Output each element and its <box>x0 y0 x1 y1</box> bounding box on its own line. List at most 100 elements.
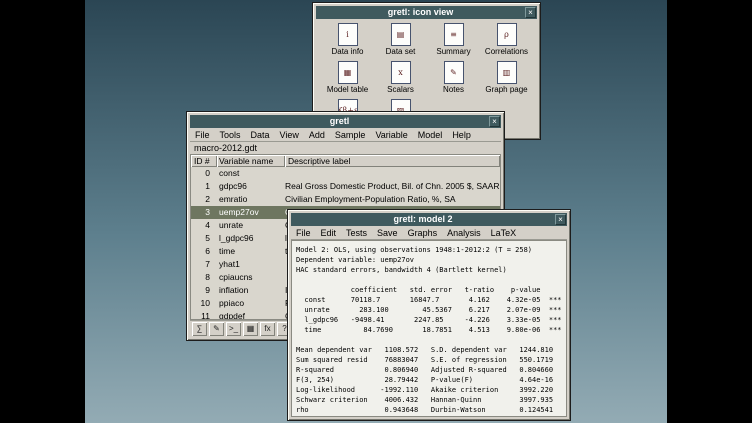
row-variable-name: yhat1 <box>217 258 285 271</box>
session-icon-label: Graph page <box>485 85 527 94</box>
model-output-line: unrate 283.100 45.5367 6.217 2.07e-09 **… <box>296 305 562 315</box>
session-icon-label: Data info <box>331 47 363 56</box>
row-variable-name: cpiaucns <box>217 271 285 284</box>
document-icon: ✎ <box>444 61 464 84</box>
main-titlebar[interactable]: gretl × <box>190 115 501 128</box>
session-icon-label: Summary <box>436 47 470 56</box>
table-header-row: ID # Variable name Descriptive label <box>191 155 500 167</box>
row-variable-name: gdpdef <box>217 310 285 320</box>
row-variable-name: emratio <box>217 193 285 206</box>
menu-item[interactable]: Tools <box>215 129 246 142</box>
data-set-icon[interactable]: ▤ Data set <box>374 23 427 61</box>
document-icon: ρ <box>497 23 517 46</box>
model-output-line: Dependent variable: uemp27ov <box>296 255 562 265</box>
close-icon[interactable]: × <box>525 7 536 18</box>
row-id: 3 <box>191 206 217 219</box>
model-output-line: Mean dependent var 1108.572 S.D. depende… <box>296 345 562 355</box>
document-icon: ▦ <box>338 61 358 84</box>
row-descriptive-label <box>285 167 500 180</box>
row-id: 4 <box>191 219 217 232</box>
menu-item[interactable]: Model <box>413 129 448 142</box>
model-output-line: HAC standard errors, bandwidth 4 (Bartle… <box>296 265 562 275</box>
row-variable-name: uemp27ov <box>217 206 285 219</box>
model-output-line <box>296 275 562 285</box>
row-id: 1 <box>191 180 217 193</box>
model-output: Model 2: OLS, using observations 1948:1-… <box>291 240 567 417</box>
menu-item[interactable]: Graphs <box>403 227 443 240</box>
graph-page-icon[interactable]: ▥ Graph page <box>480 61 533 99</box>
model-output-line: rho 0.943648 Durbin-Watson 0.124541 <box>296 405 562 415</box>
icon-view-title: gretl: icon view <box>316 6 525 19</box>
session-icon-label: Model table <box>327 85 368 94</box>
row-variable-name: unrate <box>217 219 285 232</box>
model-output-line <box>296 335 562 345</box>
column-header-name[interactable]: Variable name <box>217 155 285 167</box>
dataset-filename: macro-2012.gdt <box>190 142 501 154</box>
row-id: 11 <box>191 310 217 320</box>
row-id: 0 <box>191 167 217 180</box>
close-icon[interactable]: × <box>489 116 500 127</box>
scalars-icon[interactable]: x Scalars <box>374 61 427 99</box>
model-titlebar[interactable]: gretl: model 2 × <box>291 213 567 226</box>
session-icon-label: Notes <box>443 85 464 94</box>
row-id: 5 <box>191 232 217 245</box>
row-id: 10 <box>191 297 217 310</box>
row-id: 8 <box>191 271 217 284</box>
row-variable-name: l_gdpc96 <box>217 232 285 245</box>
document-icon: ≡ <box>444 23 464 46</box>
model-menubar: File Edit Tests Save Graphs Analysis LaT… <box>291 227 567 240</box>
table-row[interactable]: 0 const <box>191 167 500 180</box>
menu-item[interactable]: Help <box>447 129 476 142</box>
model-output-line: coefficient std. error t-ratio p-value <box>296 285 562 295</box>
menu-item[interactable]: Edit <box>316 227 342 240</box>
menu-item[interactable]: Tests <box>341 227 372 240</box>
menu-item[interactable]: Data <box>246 129 275 142</box>
table-row[interactable]: 1 gdpc96 Real Gross Domestic Product, Bi… <box>191 180 500 193</box>
main-menubar: File Tools Data View Add Sample Variable… <box>190 129 501 142</box>
table-row[interactable]: 2 emratio Civilian Employment-Population… <box>191 193 500 206</box>
console-icon[interactable]: >_ <box>226 322 241 336</box>
row-descriptive-label: Civilian Employment-Population Ratio, %,… <box>285 193 500 206</box>
row-variable-name: ppiaco <box>217 297 285 310</box>
menu-item[interactable]: Analysis <box>442 227 486 240</box>
column-header-label[interactable]: Descriptive label <box>285 155 500 167</box>
main-window-title: gretl <box>190 115 489 128</box>
new-script-icon[interactable]: ✎ <box>209 322 224 336</box>
row-id: 2 <box>191 193 217 206</box>
data-info-icon[interactable]: i Data info <box>321 23 374 61</box>
model-table-icon[interactable]: ▦ Model table <box>321 61 374 99</box>
model-output-line: const 70118.7 16847.7 4.162 4.32e-05 *** <box>296 295 562 305</box>
menu-item[interactable]: Sample <box>330 129 371 142</box>
menu-item[interactable]: Add <box>304 129 330 142</box>
close-icon[interactable]: × <box>555 214 566 225</box>
column-header-id[interactable]: ID # <box>191 155 217 167</box>
row-variable-name: time <box>217 245 285 258</box>
document-icon: ▥ <box>497 61 517 84</box>
icon-view-titlebar[interactable]: gretl: icon view × <box>316 6 537 19</box>
row-id: 6 <box>191 245 217 258</box>
summary-icon[interactable]: ≡ Summary <box>427 23 480 61</box>
row-id: 7 <box>191 258 217 271</box>
menu-item[interactable]: Save <box>372 227 403 240</box>
function-packages-icon[interactable]: fx <box>260 322 275 336</box>
row-variable-name: const <box>217 167 285 180</box>
document-icon: i <box>338 23 358 46</box>
menu-item[interactable]: LaTeX <box>486 227 522 240</box>
row-variable-name: gdpc96 <box>217 180 285 193</box>
menu-item[interactable]: File <box>291 227 316 240</box>
model-window-title: gretl: model 2 <box>291 213 555 226</box>
model-window: gretl: model 2 × File Edit Tests Save Gr… <box>287 209 571 421</box>
menu-item[interactable]: Variable <box>370 129 412 142</box>
session-icon-view-icon[interactable]: ▦ <box>243 322 258 336</box>
model-output-line: Model 2: OLS, using observations 1948:1-… <box>296 245 562 255</box>
model-output-line: time 84.7690 18.7851 4.513 9.80e-06 *** <box>296 325 562 335</box>
notes-icon[interactable]: ✎ Notes <box>427 61 480 99</box>
menu-item[interactable]: View <box>275 129 304 142</box>
menu-item[interactable]: File <box>190 129 215 142</box>
model-output-line: Log-likelihood -1992.110 Akaike criterio… <box>296 385 562 395</box>
correlations-icon[interactable]: ρ Correlations <box>480 23 533 61</box>
calculator-icon[interactable]: ∑ <box>192 322 207 336</box>
row-descriptive-label: Real Gross Domestic Product, Bil. of Chn… <box>285 180 500 193</box>
model-output-line: Sum squared resid 76883047 S.E. of regre… <box>296 355 562 365</box>
model-output-line: Schwarz criterion 4006.432 Hannan-Quinn … <box>296 395 562 405</box>
